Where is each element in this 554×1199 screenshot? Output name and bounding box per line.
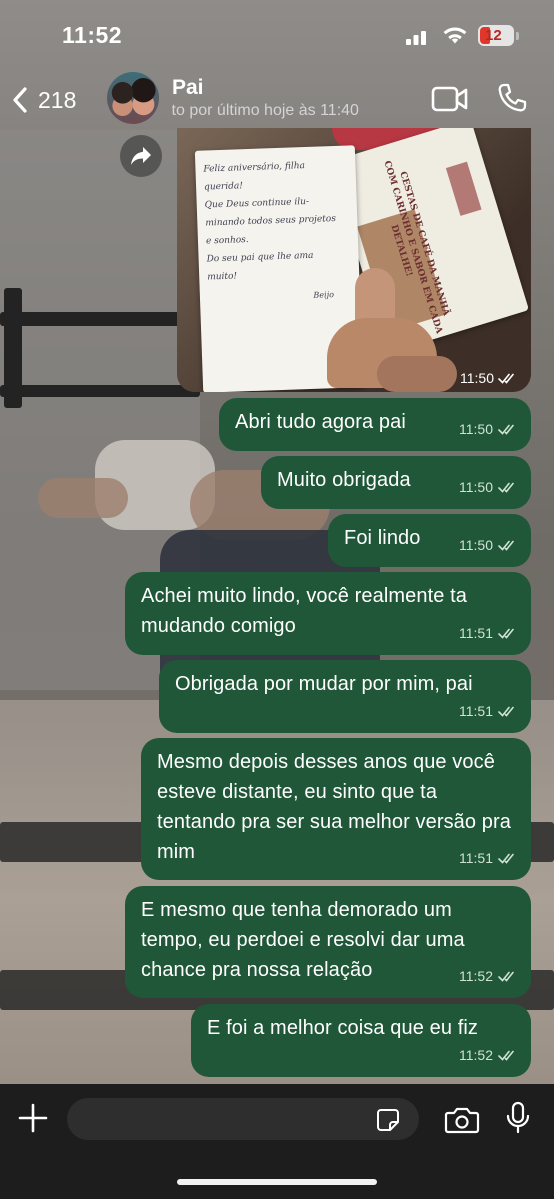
message-bubble[interactable]: E foi a melhor coisa que eu fiz 11:52 bbox=[191, 1004, 531, 1077]
read-ticks-icon bbox=[498, 424, 514, 435]
message-meta: 11:51 bbox=[459, 618, 517, 648]
message-bubble[interactable]: Muito obrigada 11:50 bbox=[261, 456, 531, 509]
video-camera-icon[interactable] bbox=[431, 86, 469, 112]
forward-icon bbox=[131, 147, 151, 165]
last-seen-status: visto por último hoje às 11:40 bbox=[172, 102, 359, 119]
handwritten-signature: Beijo bbox=[313, 290, 335, 300]
avatar[interactable] bbox=[107, 72, 159, 124]
battery-level: 12 bbox=[485, 27, 502, 44]
chevron-left-icon bbox=[13, 87, 27, 113]
read-ticks-icon bbox=[498, 706, 514, 717]
signal-icon bbox=[406, 27, 434, 45]
plus-icon[interactable] bbox=[18, 1103, 48, 1133]
handwritten-line: muito! bbox=[207, 271, 238, 283]
status-bar: 11:52 12 bbox=[0, 0, 554, 70]
message-time: 11:51 bbox=[459, 625, 493, 641]
message-meta: 11:52 bbox=[459, 961, 517, 991]
unread-count: 218 bbox=[38, 86, 77, 113]
photo-hand-lower bbox=[377, 356, 457, 392]
message-meta: 11:51 bbox=[459, 696, 517, 726]
chat-header: 218 Pai visto por último hoje às 11:40 bbox=[0, 70, 554, 130]
message-time: 11:52 bbox=[459, 1047, 493, 1063]
card-emblem bbox=[445, 161, 482, 216]
wifi-icon bbox=[443, 27, 467, 44]
battery-indicator: 12 bbox=[478, 25, 514, 46]
battery-cap bbox=[516, 32, 519, 40]
message-text: E foi a melhor coisa que eu fiz bbox=[207, 1017, 479, 1039]
read-ticks-icon bbox=[498, 971, 514, 982]
message-meta: 11:50 bbox=[459, 530, 517, 560]
microphone-icon[interactable] bbox=[505, 1101, 531, 1135]
camera-icon[interactable] bbox=[444, 1106, 480, 1134]
image-message[interactable]: CESTAS DE CAFÉ DA MANHÃ COM CARINHO E SA… bbox=[177, 128, 531, 392]
message-time: 11:50 bbox=[459, 537, 493, 553]
message-bubble[interactable]: Achei muito lindo, você realmente ta mud… bbox=[125, 572, 531, 655]
message-bubble[interactable]: E mesmo que tenha demorado um tempo, eu … bbox=[125, 886, 531, 998]
read-ticks-icon bbox=[498, 373, 514, 384]
message-bubble[interactable]: Obrigada por mudar por mim, pai 11:51 bbox=[159, 660, 531, 733]
read-ticks-icon bbox=[498, 853, 514, 864]
last-seen-clip: visto por último hoje às 11:40 bbox=[172, 102, 382, 124]
message-bubble[interactable]: Mesmo depois desses anos que você esteve… bbox=[141, 738, 531, 880]
message-time: 11:50 bbox=[459, 479, 493, 495]
message-time: 11:50 bbox=[459, 421, 493, 437]
message-time: 11:50 bbox=[460, 370, 494, 386]
read-ticks-icon bbox=[498, 482, 514, 493]
message-time: 11:52 bbox=[459, 968, 493, 984]
status-time: 11:52 bbox=[62, 22, 123, 48]
sticker-icon[interactable] bbox=[376, 1108, 400, 1132]
message-meta: 11:50 bbox=[459, 414, 517, 444]
contact-name[interactable]: Pai bbox=[172, 76, 204, 100]
message-meta: 11:52 bbox=[459, 1040, 517, 1070]
read-ticks-icon bbox=[498, 628, 514, 639]
message-text: Obrigada por mudar por mim, pai bbox=[175, 673, 473, 695]
message-bubble[interactable]: Abri tudo agora pai 11:50 bbox=[219, 398, 531, 451]
message-bubble[interactable]: Foi lindo 11:50 bbox=[328, 514, 531, 567]
read-ticks-icon bbox=[498, 540, 514, 551]
message-meta: 11:51 bbox=[459, 843, 517, 873]
message-time: 11:51 bbox=[459, 703, 493, 719]
forward-button[interactable] bbox=[120, 135, 162, 177]
message-meta: 11:50 bbox=[459, 472, 517, 502]
home-indicator[interactable] bbox=[177, 1179, 377, 1185]
phone-icon[interactable] bbox=[496, 82, 528, 114]
message-meta: 11:50 bbox=[460, 370, 517, 386]
back-button[interactable]: 218 bbox=[12, 82, 82, 118]
read-ticks-icon bbox=[498, 1050, 514, 1061]
message-time: 11:51 bbox=[459, 850, 493, 866]
message-input[interactable] bbox=[67, 1098, 419, 1140]
